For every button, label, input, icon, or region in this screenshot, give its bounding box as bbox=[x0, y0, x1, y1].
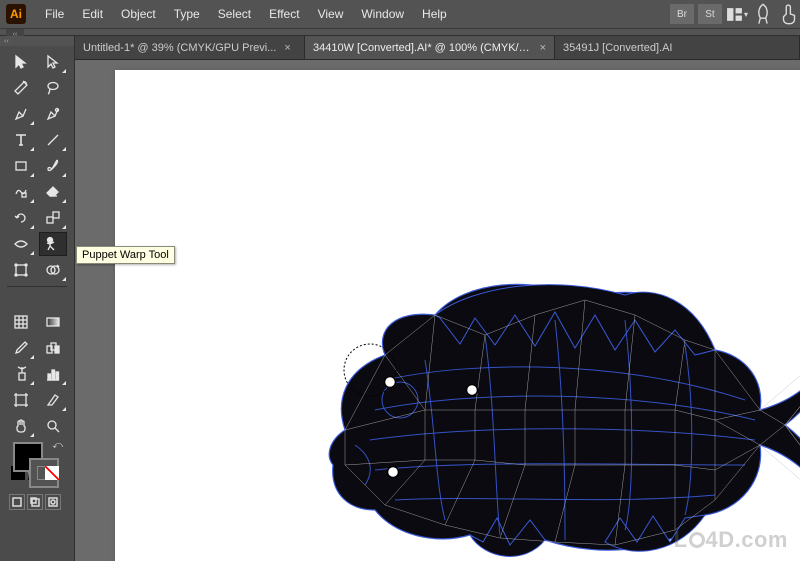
control-strip bbox=[0, 28, 800, 36]
close-icon[interactable]: × bbox=[540, 42, 546, 54]
artwork-fish[interactable] bbox=[275, 260, 800, 561]
eyedropper-tool[interactable] bbox=[7, 336, 35, 360]
line-segment-tool[interactable] bbox=[39, 128, 67, 152]
watermark: L 4D.com bbox=[674, 527, 788, 553]
artboard-tool[interactable] bbox=[7, 388, 35, 412]
tools-divider bbox=[7, 286, 67, 287]
menu-type[interactable]: Type bbox=[165, 7, 209, 21]
direct-selection-tool[interactable] bbox=[39, 50, 67, 74]
tools-grid: ⤺ bbox=[0, 46, 74, 520]
scale-tool[interactable] bbox=[39, 206, 67, 230]
document-tab-1[interactable]: Untitled-1* @ 39% (CMYK/GPU Previ... × bbox=[75, 36, 305, 59]
document-column: Untitled-1* @ 39% (CMYK/GPU Previ... × 3… bbox=[75, 36, 800, 561]
mesh-tool[interactable] bbox=[7, 310, 35, 334]
eraser-tool[interactable] bbox=[39, 180, 67, 204]
fill-stroke-swatches[interactable]: ⤺ bbox=[7, 440, 67, 488]
puppet-warp-tool[interactable] bbox=[39, 232, 67, 256]
type-tool[interactable] bbox=[7, 128, 35, 152]
pen-tool[interactable] bbox=[7, 102, 35, 126]
rotate-tool[interactable] bbox=[7, 206, 35, 230]
gradient-tool[interactable] bbox=[39, 310, 67, 334]
menu-help[interactable]: Help bbox=[413, 7, 456, 21]
tools-panel-collapse[interactable] bbox=[0, 36, 74, 46]
slice-tool[interactable] bbox=[39, 388, 67, 412]
menu-edit[interactable]: Edit bbox=[73, 7, 112, 21]
watermark-l: L bbox=[674, 527, 688, 552]
document-tab-1-label: Untitled-1* @ 39% (CMYK/GPU Previ... bbox=[83, 42, 276, 54]
menu-effect[interactable]: Effect bbox=[260, 7, 308, 21]
canvas-area[interactable] bbox=[75, 60, 800, 561]
draw-behind-icon[interactable] bbox=[27, 494, 43, 510]
watermark-o-icon bbox=[689, 532, 705, 548]
watermark-rest: 4D.com bbox=[706, 527, 788, 552]
swap-fill-stroke-icon[interactable]: ⤺ bbox=[52, 440, 63, 451]
menu-select[interactable]: Select bbox=[209, 7, 260, 21]
menu-window[interactable]: Window bbox=[352, 7, 413, 21]
gpu-rocket-icon[interactable] bbox=[752, 4, 774, 24]
menu-file[interactable]: File bbox=[36, 7, 73, 21]
hand-tool[interactable] bbox=[7, 414, 35, 438]
shaper-tool[interactable] bbox=[7, 180, 35, 204]
document-tab-bar: Untitled-1* @ 39% (CMYK/GPU Previ... × 3… bbox=[75, 36, 800, 60]
blend-tool[interactable] bbox=[39, 336, 67, 360]
stock-button[interactable]: St bbox=[698, 4, 722, 24]
free-transform-tool[interactable] bbox=[7, 258, 35, 282]
app-icon-text: Ai bbox=[10, 7, 22, 21]
width-tool[interactable] bbox=[7, 232, 35, 256]
symbol-sprayer-tool[interactable] bbox=[7, 362, 35, 386]
magic-wand-tool[interactable] bbox=[7, 76, 35, 100]
paintbrush-tool[interactable] bbox=[39, 154, 67, 178]
document-tab-2[interactable]: 34410W [Converted].AI* @ 100% (CMYK/GPU … bbox=[305, 36, 555, 59]
rectangle-tool[interactable] bbox=[7, 154, 35, 178]
tools-panel: ⤺ bbox=[0, 36, 75, 561]
tooltip: Puppet Warp Tool bbox=[76, 246, 175, 264]
shape-builder-tool[interactable] bbox=[39, 258, 67, 282]
draw-inside-icon[interactable] bbox=[45, 494, 61, 510]
draw-screen-mode-row bbox=[7, 494, 67, 516]
menubar: Ai File Edit Object Type Select Effect V… bbox=[0, 0, 800, 28]
draw-normal-icon[interactable] bbox=[9, 494, 25, 510]
document-tab-3-label: 35491J [Converted].AI bbox=[563, 42, 672, 54]
document-tab-2-label: 34410W [Converted].AI* @ 100% (CMYK/GPU … bbox=[313, 42, 532, 54]
bridge-button[interactable]: Br bbox=[670, 4, 694, 24]
curvature-tool[interactable] bbox=[39, 102, 67, 126]
touch-icon[interactable] bbox=[778, 4, 800, 24]
selection-tool[interactable] bbox=[7, 50, 35, 74]
lasso-tool[interactable] bbox=[39, 76, 67, 100]
menu-view[interactable]: View bbox=[309, 7, 353, 21]
workspace: ⤺ Untitled-1* @ 39% (CMYK/GPU Previ... ×… bbox=[0, 36, 800, 561]
column-graph-tool[interactable] bbox=[39, 362, 67, 386]
close-icon[interactable]: × bbox=[284, 42, 290, 54]
zoom-tool[interactable] bbox=[39, 414, 67, 438]
color-none-swatch[interactable] bbox=[45, 466, 59, 480]
document-tab-3[interactable]: 35491J [Converted].AI bbox=[555, 36, 800, 59]
app-icon: Ai bbox=[6, 4, 26, 24]
menu-object[interactable]: Object bbox=[112, 7, 165, 21]
arrange-documents-icon[interactable]: ▾ bbox=[726, 4, 748, 24]
